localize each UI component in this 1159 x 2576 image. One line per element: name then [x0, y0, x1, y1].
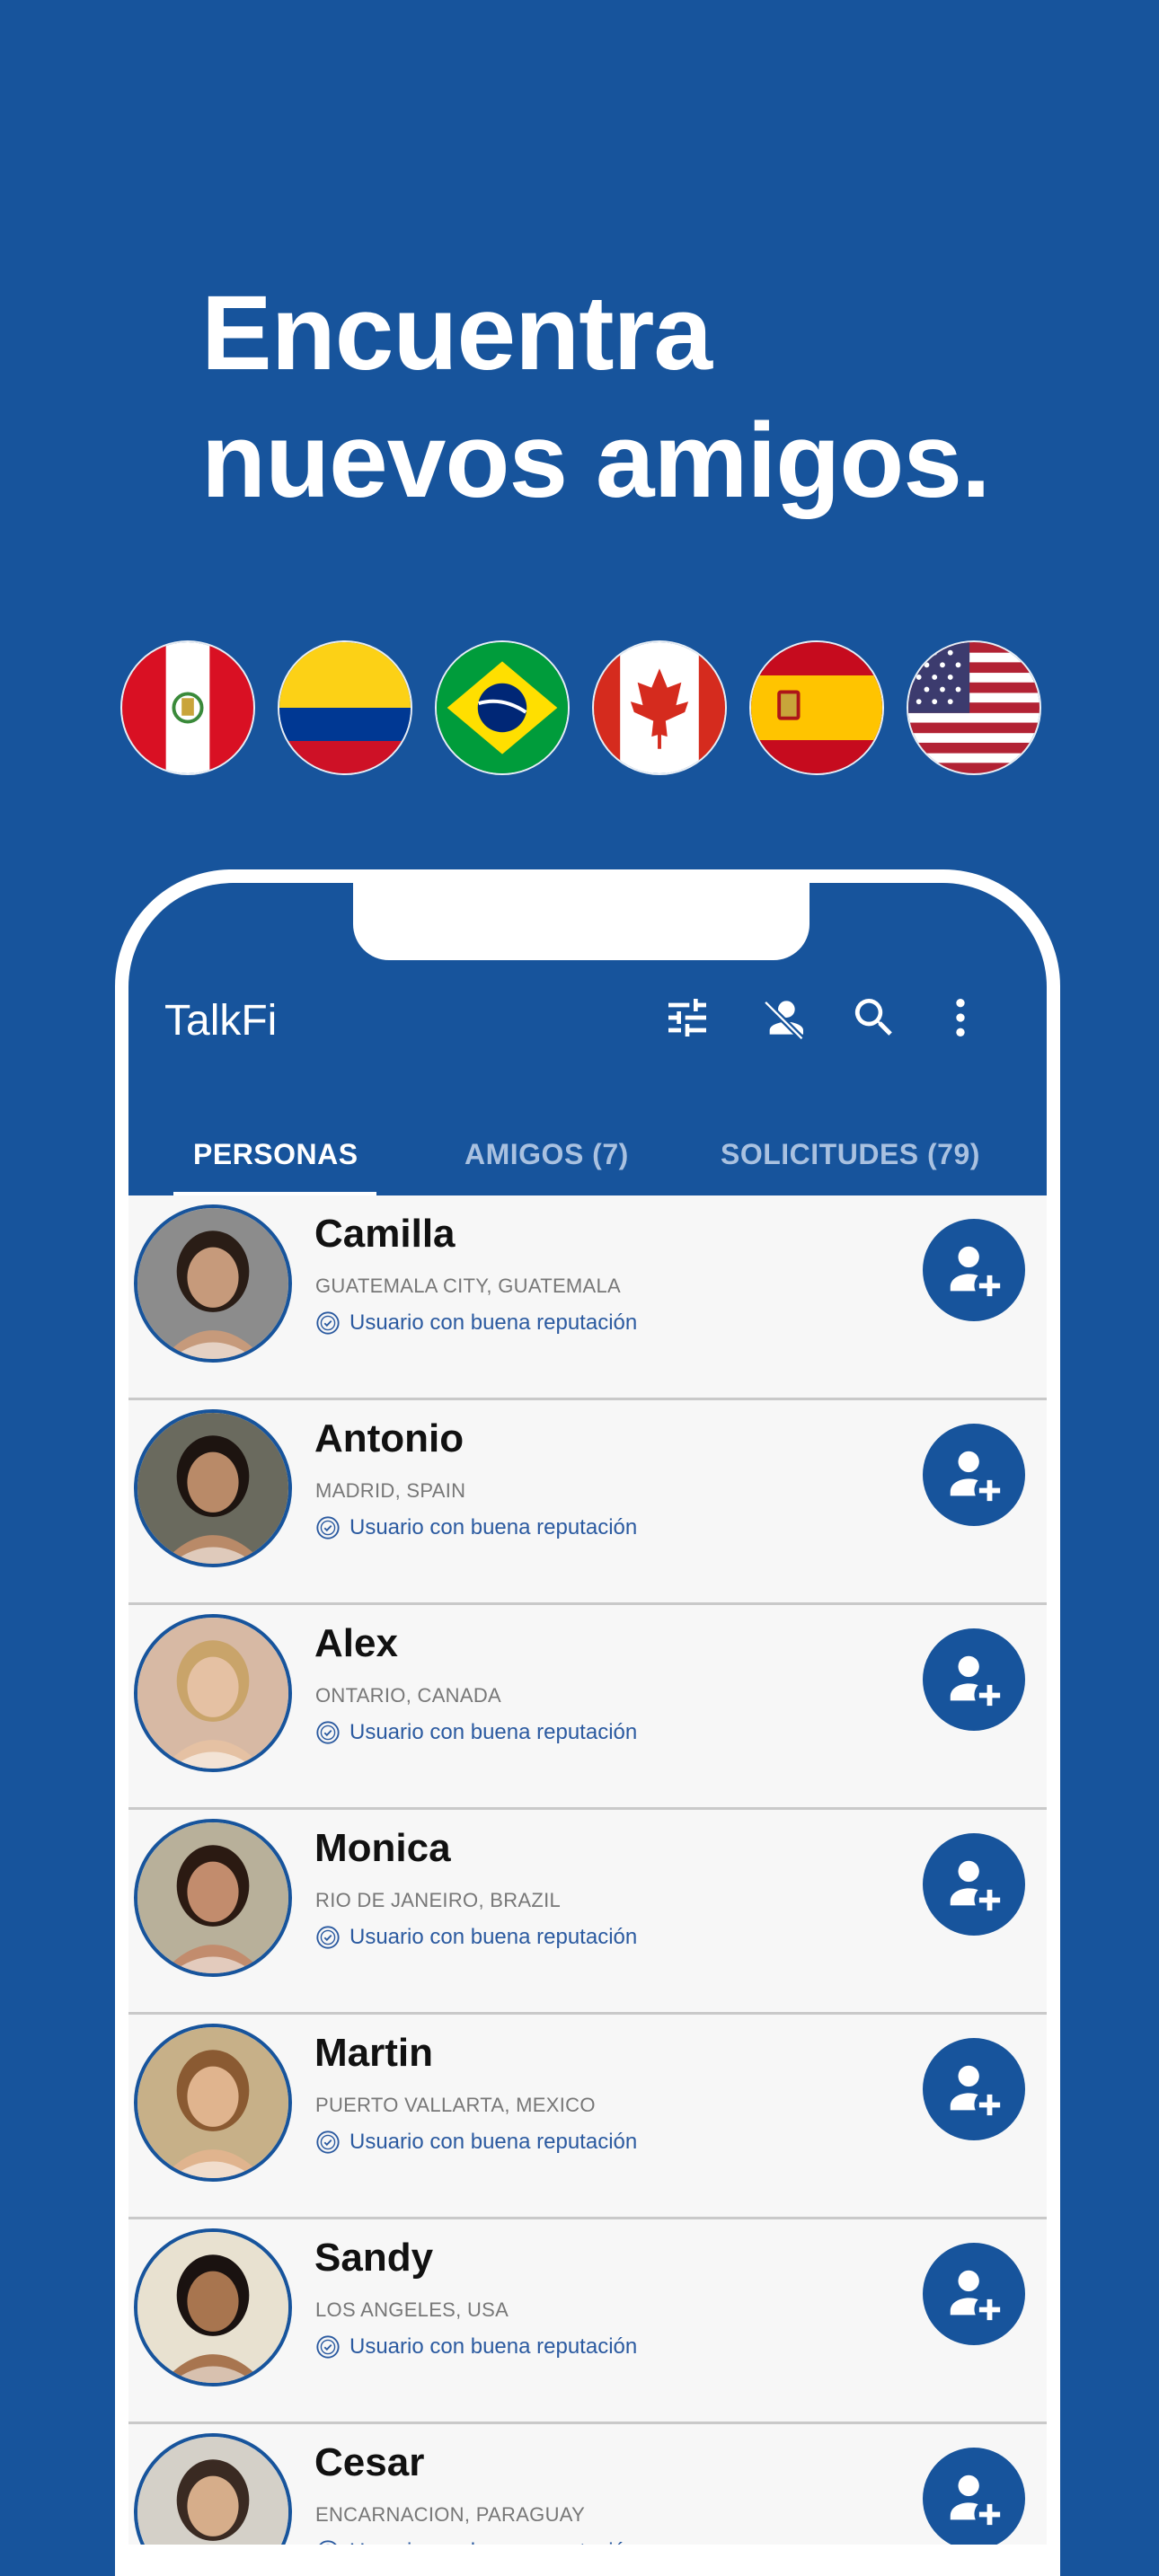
reputation-text: Usuario con buena reputación [349, 2130, 638, 2154]
add-user-icon [950, 1655, 1001, 1707]
filter-sliders-icon[interactable] [659, 989, 716, 1046]
person-row[interactable]: Antonio MADRID, SPAIN Usuario con buena … [128, 1400, 1047, 1605]
person-location: ENCARNACION, PARAGUAY [315, 2503, 586, 2526]
person-row[interactable]: Cesar ENCARNACION, PARAGUAY Usuario con … [128, 2424, 1047, 2545]
person-location: MADRID, SPAIN [315, 1479, 466, 1502]
tab-amigos[interactable]: AMIGOS (7) [464, 1113, 629, 1195]
person-location: GUATEMALA CITY, GUATEMALA [315, 1275, 622, 1297]
brazil-flag-icon [435, 640, 570, 775]
person-name: Alex [314, 1621, 398, 1665]
verified-badge-icon [315, 2539, 341, 2545]
spain-flag-icon [749, 640, 884, 775]
reputation-label: Usuario con buena reputación [315, 1720, 637, 1745]
search-icon[interactable] [845, 989, 903, 1046]
avatar[interactable] [134, 1409, 292, 1567]
person-location: RIO DE JANEIRO, BRAZIL [315, 1889, 562, 1911]
headline: Encuentra nuevos amigos. [201, 269, 991, 525]
tab-bar: PERSONAS AMIGOS (7) SOLICITUDES (79) [128, 1113, 1047, 1195]
add-friend-button[interactable] [923, 1833, 1025, 1936]
person-location: LOS ANGELES, USA [315, 2298, 509, 2321]
add-user-icon [950, 2065, 1001, 2116]
verified-badge-icon [315, 1925, 341, 1950]
add-user-icon [950, 1246, 1001, 1297]
reputation-text: Usuario con buena reputación [349, 2539, 637, 2545]
headline-line-2: nuevos amigos. [201, 401, 991, 520]
verified-badge-icon [315, 1720, 341, 1745]
reputation-text: Usuario con buena reputación [349, 1720, 638, 1744]
person-name: Antonio [314, 1416, 464, 1460]
add-user-icon [950, 2475, 1001, 2526]
canada-flag-icon [592, 640, 727, 775]
reputation-text: Usuario con buena reputación [349, 1925, 638, 1949]
avatar[interactable] [134, 2433, 292, 2545]
add-friend-button[interactable] [923, 1628, 1025, 1731]
people-list: Camilla GUATEMALA CITY, GUATEMALA Usuari… [128, 1195, 1047, 2545]
tab-personas[interactable]: PERSONAS [193, 1113, 358, 1195]
verified-badge-icon [315, 2130, 341, 2155]
headline-line-1: Encuentra [201, 274, 712, 393]
reputation-text: Usuario con buena reputación [349, 1515, 638, 1539]
phone-notch [353, 883, 810, 960]
add-user-icon [950, 2270, 1001, 2321]
person-row[interactable]: Monica RIO DE JANEIRO, BRAZIL Usuario co… [128, 1810, 1047, 2015]
verified-badge-icon [315, 1310, 341, 1336]
add-friend-button[interactable] [923, 1219, 1025, 1321]
app-bar: TalkFi PERSONAS AMIGOS (7) SOLICITUDES (… [128, 883, 1047, 1196]
add-user-icon [950, 1860, 1001, 1911]
avatar[interactable] [134, 1614, 292, 1772]
colombia-flag-icon [278, 640, 412, 775]
reputation-text: Usuario con buena reputación [349, 2334, 638, 2359]
add-friend-button[interactable] [923, 2448, 1025, 2545]
add-user-icon [950, 1451, 1001, 1502]
phone-screen: TalkFi PERSONAS AMIGOS (7) SOLICITUDES (… [128, 883, 1047, 2545]
add-friend-button[interactable] [923, 2243, 1025, 2345]
avatar[interactable] [134, 1819, 292, 1977]
more-vert-icon[interactable] [932, 989, 989, 1046]
person-location: PUERTO VALLARTA, MEXICO [315, 2094, 596, 2116]
usa-flag-icon [907, 640, 1041, 775]
avatar[interactable] [134, 1204, 292, 1363]
reputation-label: Usuario con buena reputación [315, 1925, 637, 1950]
add-friend-button[interactable] [923, 2038, 1025, 2140]
reputation-label: Usuario con buena reputación [315, 1515, 637, 1540]
person-name: Monica [314, 1826, 451, 1870]
flag-row [120, 640, 1046, 777]
reputation-text: Usuario con buena reputación [349, 1310, 638, 1335]
avatar[interactable] [134, 2228, 292, 2386]
person-name: Sandy [314, 2236, 434, 2280]
reputation-label: Usuario con buena reputación [315, 2334, 637, 2360]
reputation-label: Usuario con buena reputación [315, 2130, 637, 2155]
add-friend-button[interactable] [923, 1424, 1025, 1526]
person-row[interactable]: Alex ONTARIO, CANADA Usuario con buena r… [128, 1605, 1047, 1810]
block-user-icon[interactable] [756, 989, 813, 1046]
avatar[interactable] [134, 2024, 292, 2182]
person-row[interactable]: Martin PUERTO VALLARTA, MEXICO Usuario c… [128, 2015, 1047, 2219]
verified-badge-icon [315, 1515, 341, 1540]
person-row[interactable]: Camilla GUATEMALA CITY, GUATEMALA Usuari… [128, 1195, 1047, 1400]
reputation-label: Usuario con buena reputación [315, 2539, 637, 2545]
person-name: Camilla [314, 1212, 456, 1256]
reputation-label: Usuario con buena reputación [315, 1310, 637, 1336]
verified-badge-icon [315, 2334, 341, 2360]
person-location: ONTARIO, CANADA [315, 1684, 502, 1707]
app-title: TalkFi [164, 997, 278, 1045]
person-name: Martin [314, 2031, 433, 2075]
peru-flag-icon [120, 640, 255, 775]
person-name: Cesar [314, 2440, 425, 2484]
tab-solicitudes[interactable]: SOLICITUDES (79) [721, 1113, 980, 1195]
person-row[interactable]: Sandy LOS ANGELES, USA Usuario con buena… [128, 2219, 1047, 2424]
